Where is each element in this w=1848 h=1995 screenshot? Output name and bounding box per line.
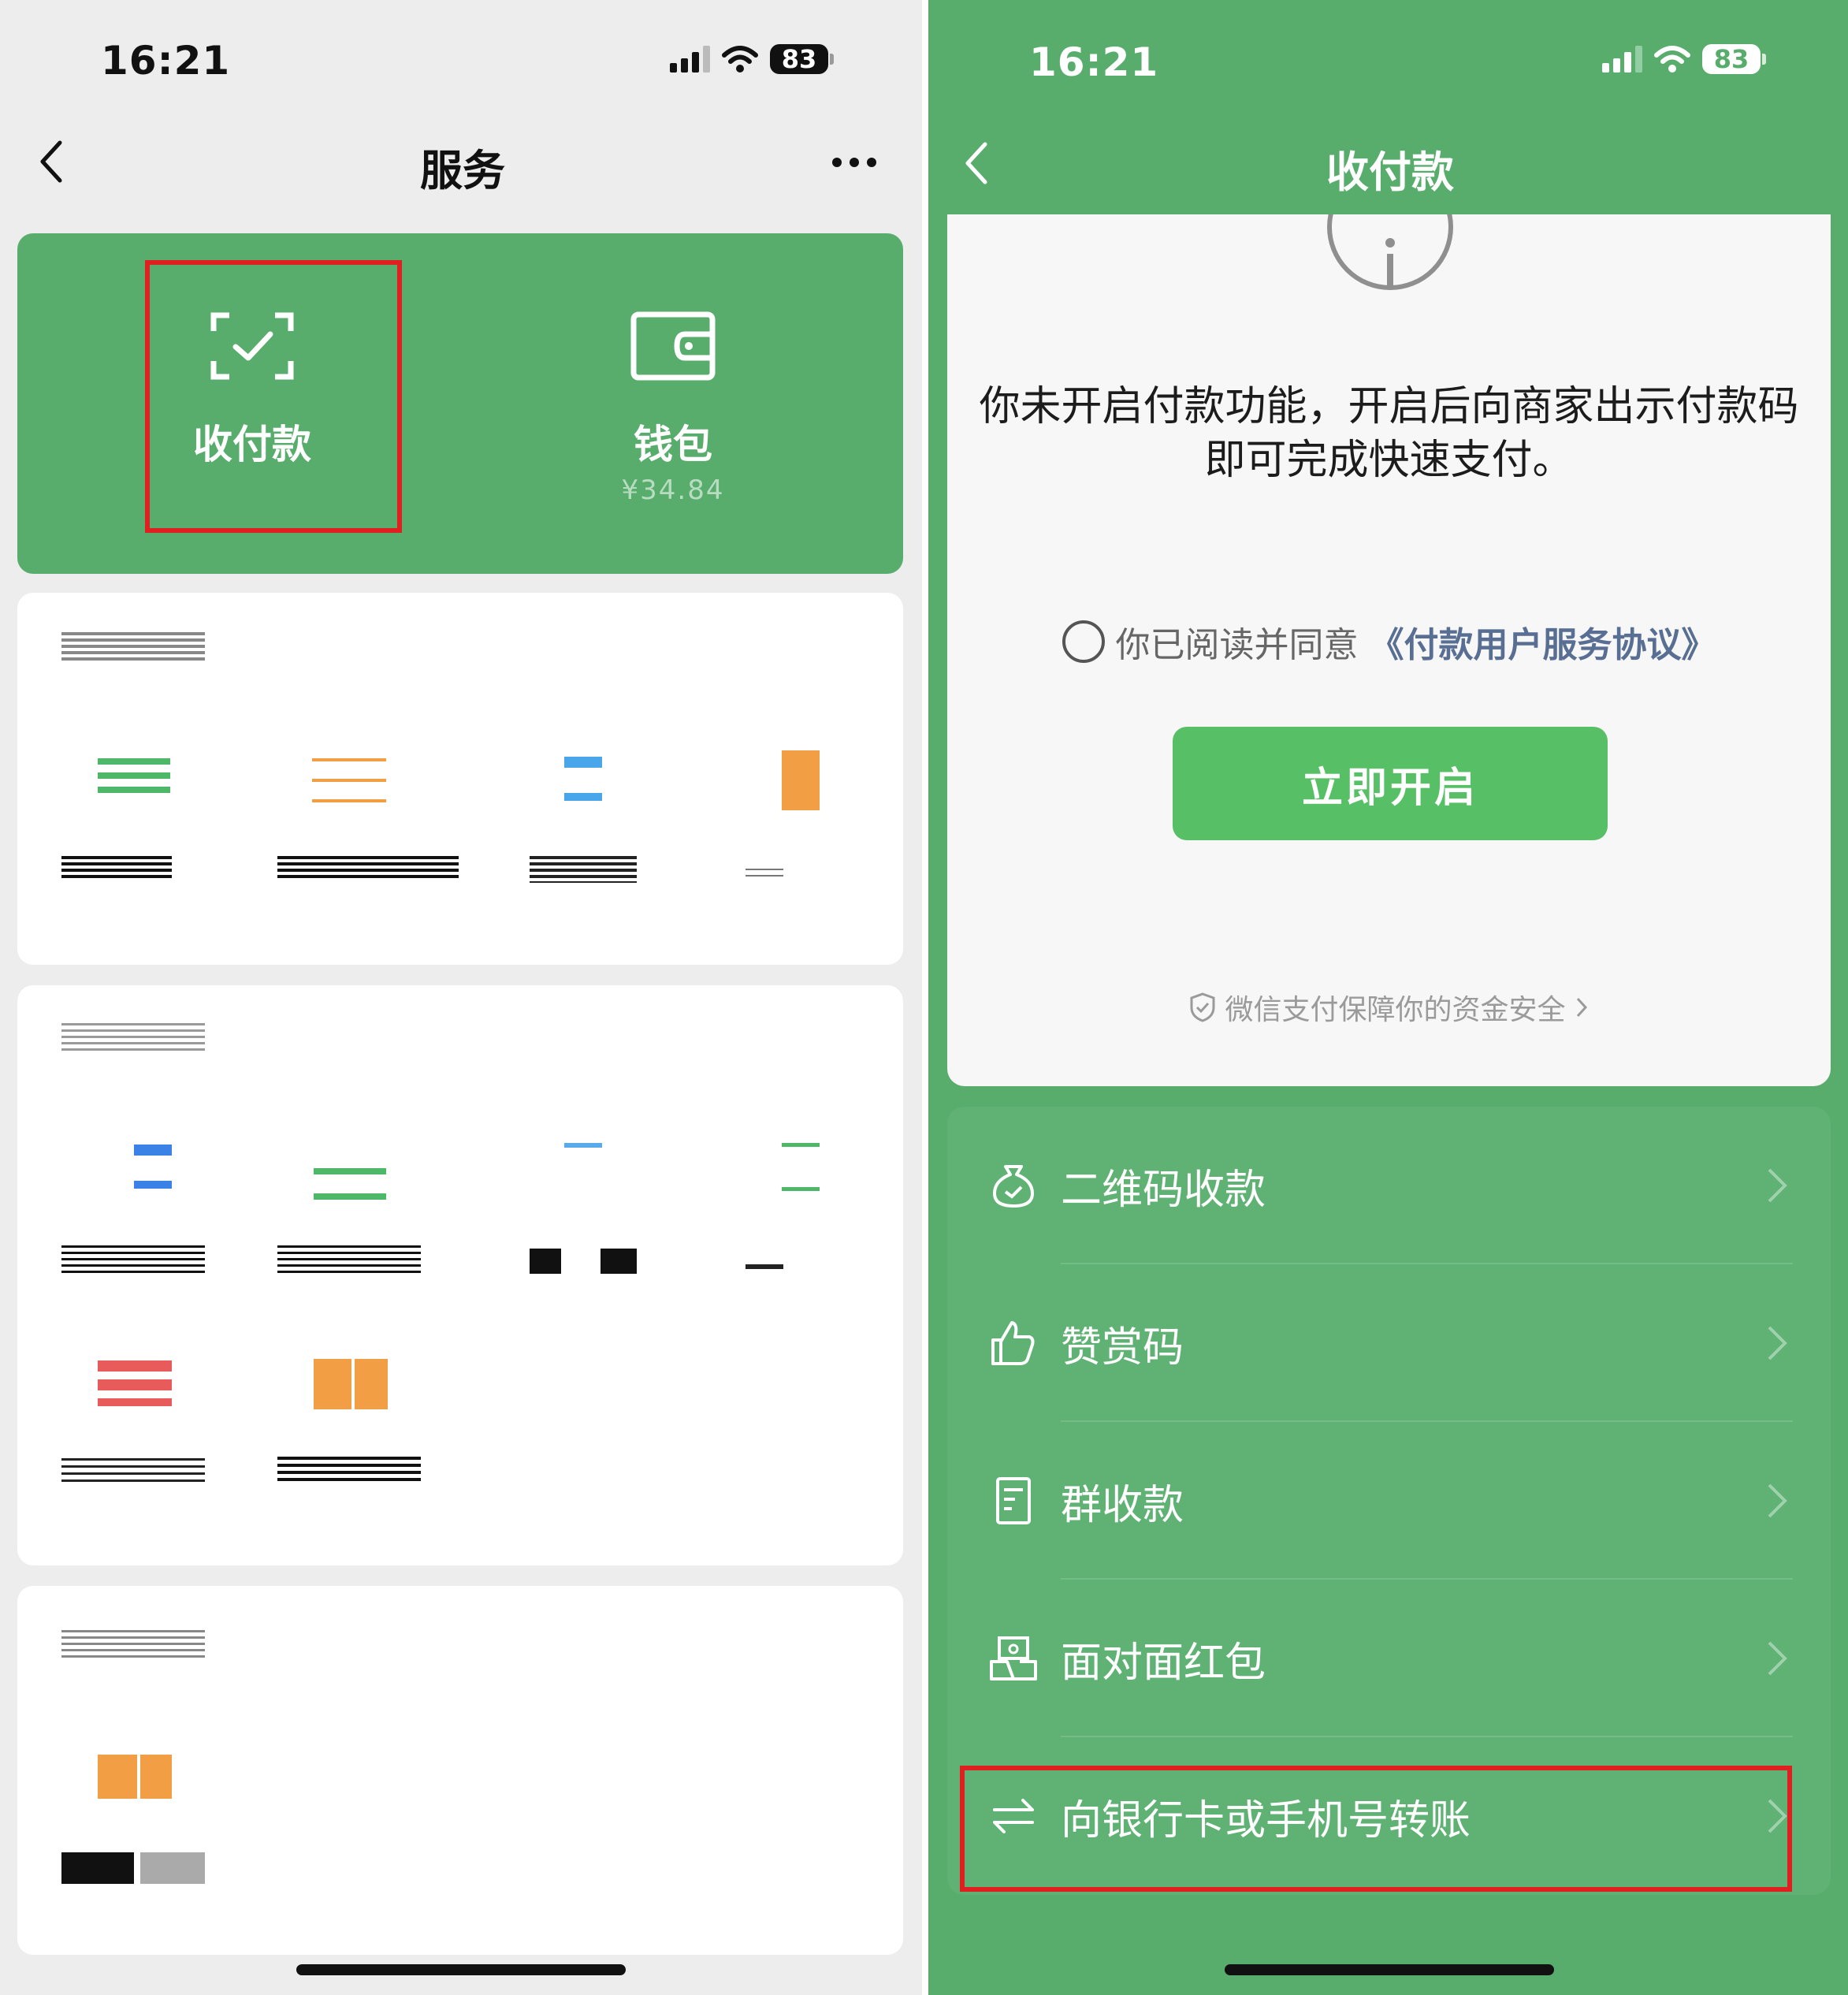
screenshot-root: 16:21 83 服务 收付款 钱包 ¥34.84 16:21 83 收付款 你… xyxy=(0,0,1848,1995)
menu-item-group-collect[interactable]: 群收款 xyxy=(947,1422,1831,1580)
obscured-service-icon[interactable] xyxy=(98,1755,172,1799)
obscured-heading xyxy=(61,1630,205,1658)
obscured-service-label xyxy=(530,1249,637,1274)
wallet-balance: ¥34.84 xyxy=(621,475,725,506)
back-button[interactable] xyxy=(24,134,79,189)
wifi-icon xyxy=(722,46,758,73)
chevron-right-icon xyxy=(1768,1168,1787,1203)
obscured-service-label xyxy=(746,869,783,880)
info-icon xyxy=(1327,214,1453,290)
obscured-service-icon[interactable] xyxy=(782,747,820,813)
obscured-service-label xyxy=(61,856,172,880)
obscured-service-icon[interactable] xyxy=(782,1143,820,1192)
status-icons: 83 xyxy=(1602,44,1766,74)
more-options-button[interactable] xyxy=(832,158,876,167)
shield-check-icon xyxy=(1190,992,1215,1022)
obscured-section-2 xyxy=(17,985,903,1565)
obscured-service-label xyxy=(746,1264,783,1269)
chevron-left-icon xyxy=(965,142,987,184)
payment-disabled-message: 你未开启付款功能，开启后向商家出示付款码即可完成快速支付。 xyxy=(979,383,1799,484)
menu-item-appreciation-code[interactable]: 赞赏码 xyxy=(947,1264,1831,1422)
obscured-service-label xyxy=(277,1245,421,1274)
menu-item-qr-collect[interactable]: 二维码收款 xyxy=(947,1107,1831,1264)
payment-screen: 16:21 83 收付款 你未开启付款功能，开启后向商家出示付款码即可完成快速支… xyxy=(928,0,1848,1995)
chevron-right-icon xyxy=(1768,1641,1787,1676)
menu-label: 群收款 xyxy=(1061,1481,1184,1529)
agreement-checkbox[interactable] xyxy=(1062,620,1105,663)
enable-payment-button[interactable]: 立即开启 xyxy=(1173,727,1608,840)
payment-disabled-card: 你未开启付款功能，开启后向商家出示付款码即可完成快速支付。 你已阅读并同意 《付… xyxy=(947,214,1831,1086)
qr-money-bag-icon xyxy=(993,1165,1034,1208)
agreement-row: 你已阅读并同意 《付款用户服务协议》 xyxy=(947,616,1831,667)
chevron-right-icon xyxy=(1768,1483,1787,1518)
status-time: 16:21 xyxy=(101,38,231,84)
obscured-service-icon[interactable] xyxy=(98,1360,172,1406)
highlight-box xyxy=(960,1766,1792,1892)
battery-level: 83 xyxy=(770,44,828,74)
obscured-service-icon[interactable] xyxy=(314,1168,386,1204)
home-indicator xyxy=(1225,1964,1554,1975)
battery-level: 83 xyxy=(1702,44,1761,74)
services-screen: 16:21 83 服务 收付款 钱包 ¥34.84 xyxy=(0,0,922,1995)
menu-label: 赞赏码 xyxy=(1061,1323,1184,1372)
cellular-signal-icon xyxy=(1602,46,1642,73)
home-indicator xyxy=(296,1964,626,1975)
obscured-service-icon[interactable] xyxy=(564,1143,602,1189)
menu-label: 面对面红包 xyxy=(1061,1639,1266,1687)
chevron-left-icon xyxy=(40,140,62,183)
wallet-icon xyxy=(630,311,716,381)
obscured-service-icon[interactable] xyxy=(134,1145,172,1189)
agreement-prefix: 你已阅读并同意 xyxy=(1115,625,1359,665)
page-title: 收付款 xyxy=(1326,147,1454,197)
status-time: 16:21 xyxy=(1029,39,1159,85)
cellular-signal-icon xyxy=(670,46,710,73)
wifi-icon xyxy=(1654,46,1690,73)
menu-label: 二维码收款 xyxy=(1061,1166,1266,1214)
obscured-service-icon[interactable] xyxy=(312,758,386,802)
status-icons: 83 xyxy=(670,44,834,74)
wallet-label: 钱包 xyxy=(634,422,712,467)
obscured-section-1 xyxy=(17,593,903,965)
obscured-section-3 xyxy=(17,1586,903,1955)
obscured-service-label xyxy=(277,856,459,881)
obscured-heading xyxy=(61,632,205,661)
chevron-right-icon xyxy=(1576,997,1587,1018)
obscured-service-icon[interactable] xyxy=(564,757,602,801)
obscured-service-icon[interactable] xyxy=(314,1359,388,1409)
face-to-face-red-packet-icon xyxy=(990,1636,1037,1680)
security-note: 微信支付保障你的资金安全 xyxy=(1225,994,1566,1026)
battery-icon: 83 xyxy=(770,44,834,74)
group-receipt-icon xyxy=(996,1477,1031,1524)
back-button[interactable] xyxy=(949,136,1004,191)
obscured-service-label xyxy=(530,856,637,883)
agreement-link[interactable]: 《付款用户服务协议》 xyxy=(1370,616,1716,667)
obscured-service-icon[interactable] xyxy=(98,758,170,801)
battery-icon: 83 xyxy=(1702,44,1766,74)
obscured-heading xyxy=(61,1023,205,1051)
obscured-service-label xyxy=(61,1852,205,1884)
page-title: 服务 xyxy=(420,146,505,195)
chevron-right-icon xyxy=(1768,1326,1787,1360)
panel-divider xyxy=(922,0,928,1995)
thumbs-up-icon xyxy=(991,1321,1035,1365)
obscured-service-label xyxy=(61,1245,205,1274)
highlight-box xyxy=(145,260,402,533)
menu-item-face-to-face-red-packet[interactable]: 面对面红包 xyxy=(947,1580,1831,1737)
wallet-entry[interactable]: 钱包 ¥34.84 xyxy=(555,311,791,506)
obscured-service-label xyxy=(61,1458,205,1485)
obscured-service-label xyxy=(277,1457,421,1485)
security-note-link[interactable]: 微信支付保障你的资金安全 xyxy=(947,987,1831,1028)
